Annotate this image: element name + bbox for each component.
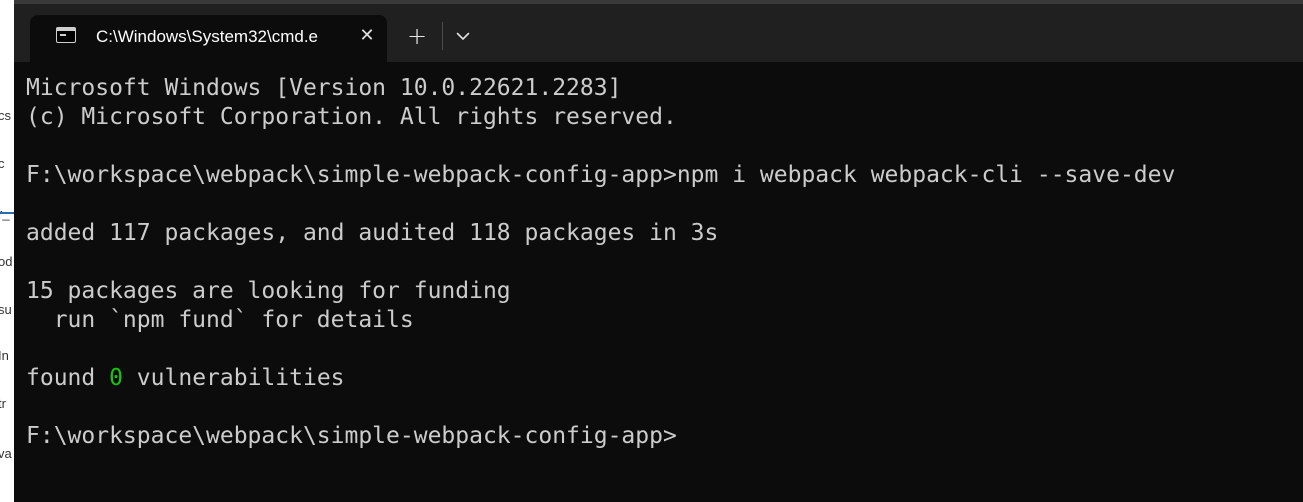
tab-cmd[interactable]: C:\Windows\System32\cmd.e ✕ bbox=[30, 15, 387, 62]
window-top-edge bbox=[14, 0, 1303, 4]
vulnerabilities-line: found 0 vulnerabilities bbox=[26, 364, 345, 393]
tab-separator bbox=[442, 22, 443, 50]
chevron-down-icon bbox=[456, 32, 470, 40]
version-line: Microsoft Windows [Version 10.0.22621.22… bbox=[26, 75, 622, 101]
added-packages-line: added 117 packages, and audited 118 pack… bbox=[26, 220, 719, 246]
tab-title: C:\Windows\System32\cmd.e bbox=[96, 27, 319, 46]
close-tab-button[interactable]: ✕ bbox=[354, 23, 380, 49]
background-accent-line bbox=[0, 212, 14, 214]
command-text: npm i webpack webpack-cli --save-dev bbox=[676, 162, 1176, 188]
vulnerability-count: 0 bbox=[109, 365, 123, 391]
found-prefix: found bbox=[26, 365, 110, 391]
console-output[interactable]: Microsoft Windows [Version 10.0.22621.22… bbox=[14, 62, 1303, 502]
current-prompt-line[interactable]: F:\workspace\webpack\simple-webpack-conf… bbox=[26, 422, 677, 451]
cmd-icon bbox=[56, 27, 76, 43]
background-text-fragment: od bbox=[0, 254, 13, 269]
copyright-line: (c) Microsoft Corporation. All rights re… bbox=[26, 104, 677, 130]
background-window-edge: cs c r_ od su In tr va bbox=[0, 0, 15, 502]
vulnerabilities-suffix: vulnerabilities bbox=[122, 365, 345, 391]
prompt-text: F:\workspace\webpack\simple-webpack-conf… bbox=[26, 162, 677, 188]
background-text-fragment: c bbox=[0, 156, 5, 171]
fund-hint-line: run `npm fund` for details bbox=[26, 307, 414, 333]
command-line: F:\workspace\webpack\simple-webpack-conf… bbox=[26, 161, 1175, 190]
profile-dropdown-button[interactable] bbox=[447, 21, 479, 53]
background-text-fragment: va bbox=[0, 446, 12, 461]
background-text-fragment: tr bbox=[0, 396, 6, 411]
funding-line: 15 packages are looking for funding bbox=[26, 278, 511, 304]
new-tab-button[interactable]: + bbox=[400, 21, 434, 53]
background-text-fragment: cs bbox=[0, 108, 11, 123]
background-text-fragment: In bbox=[0, 348, 9, 363]
terminal-window: C:\Windows\System32\cmd.e ✕ + Microsoft … bbox=[14, 0, 1303, 502]
background-text-fragment: su bbox=[0, 302, 12, 317]
title-bar[interactable]: C:\Windows\System32\cmd.e ✕ + bbox=[14, 0, 1303, 62]
prompt-text: F:\workspace\webpack\simple-webpack-conf… bbox=[26, 423, 677, 449]
